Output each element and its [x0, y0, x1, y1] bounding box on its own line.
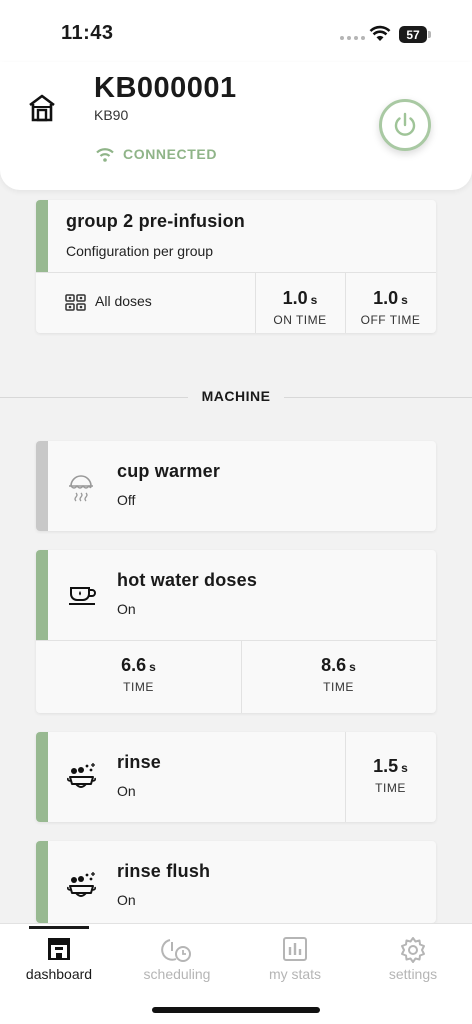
card-title: cup warmer — [117, 461, 221, 481]
battery-icon: 57 — [399, 26, 431, 43]
stats-icon — [283, 937, 307, 961]
power-icon — [394, 112, 416, 136]
home-indicator[interactable] — [152, 1007, 320, 1013]
doses-icon — [65, 294, 86, 311]
card-status: On — [117, 783, 136, 799]
card-title: hot water doses — [117, 570, 258, 590]
on-time-label: ON TIME — [273, 313, 327, 327]
status-bar-indicator — [36, 200, 48, 272]
signal-icon — [340, 36, 365, 40]
rinse-flush-card[interactable]: rinse flush On — [36, 841, 436, 923]
tab-label: dashboard — [25, 966, 93, 982]
rinse-card[interactable]: rinse On 1.5 s TIME — [36, 732, 436, 822]
status-bar-indicator — [36, 841, 48, 923]
espresso-machine-icon — [48, 938, 70, 960]
card-title: group 2 pre-infusion — [66, 211, 245, 231]
connection-label: CONNECTED — [123, 146, 218, 162]
off-time-value[interactable]: 1.0 s OFF TIME — [345, 288, 436, 327]
card-status: On — [117, 892, 136, 908]
tab-settings[interactable]: settings — [354, 924, 472, 994]
cup-warmer-card[interactable]: cup warmer Off — [36, 441, 436, 531]
doses-label: All doses — [95, 293, 152, 309]
power-button[interactable] — [379, 99, 431, 151]
preinfusion-card[interactable]: group 2 pre-infusion Configuration per g… — [36, 200, 436, 333]
card-status: Off — [117, 492, 136, 508]
hot-water-time-2[interactable]: 8.6 s TIME — [241, 655, 436, 694]
hot-water-card[interactable]: hot water doses On 6.6 s TIME 8.6 s TIME — [36, 550, 436, 713]
status-bar-indicator — [36, 441, 48, 531]
rinse-icon — [67, 872, 96, 897]
wifi-icon — [96, 147, 114, 162]
cup-icon — [69, 587, 96, 605]
machine-id: KB000001 — [94, 72, 237, 104]
status-bar: 11:43 57 — [0, 0, 472, 62]
tab-dashboard[interactable]: dashboard — [0, 924, 118, 994]
card-title: rinse flush — [117, 861, 211, 881]
card-status: On — [117, 601, 136, 617]
gear-icon — [401, 937, 425, 963]
tab-my-stats[interactable]: my stats — [236, 924, 354, 994]
tab-label: settings — [388, 966, 438, 982]
rinse-time[interactable]: 1.5 s TIME — [345, 756, 436, 795]
section-divider: MACHINE — [0, 385, 472, 409]
status-bar-indicator — [36, 732, 48, 822]
schedule-clock-icon — [161, 939, 191, 962]
tab-label: scheduling — [143, 966, 211, 982]
tab-label: my stats — [268, 966, 322, 982]
status-bar-indicator — [36, 550, 48, 640]
status-time: 11:43 — [61, 22, 114, 44]
tab-scheduling[interactable]: scheduling — [118, 924, 236, 994]
card-title: rinse — [117, 752, 162, 772]
hot-water-time-1[interactable]: 6.6 s TIME — [36, 655, 241, 694]
on-time-value[interactable]: 1.0 s ON TIME — [255, 288, 345, 327]
off-time-label: OFF TIME — [360, 313, 421, 327]
machine-model: KB90 — [94, 107, 129, 123]
cup-warmer-icon — [69, 475, 93, 502]
machine-header: KB000001 KB90 CONNECTED — [0, 62, 472, 190]
rinse-icon — [67, 763, 96, 788]
card-subtitle: Configuration per group — [66, 243, 214, 259]
battery-level: 57 — [399, 26, 427, 43]
section-label: MACHINE — [201, 388, 271, 404]
wifi-icon — [369, 25, 391, 41]
home-icon[interactable] — [27, 93, 57, 123]
connection-status: CONNECTED — [95, 146, 217, 162]
